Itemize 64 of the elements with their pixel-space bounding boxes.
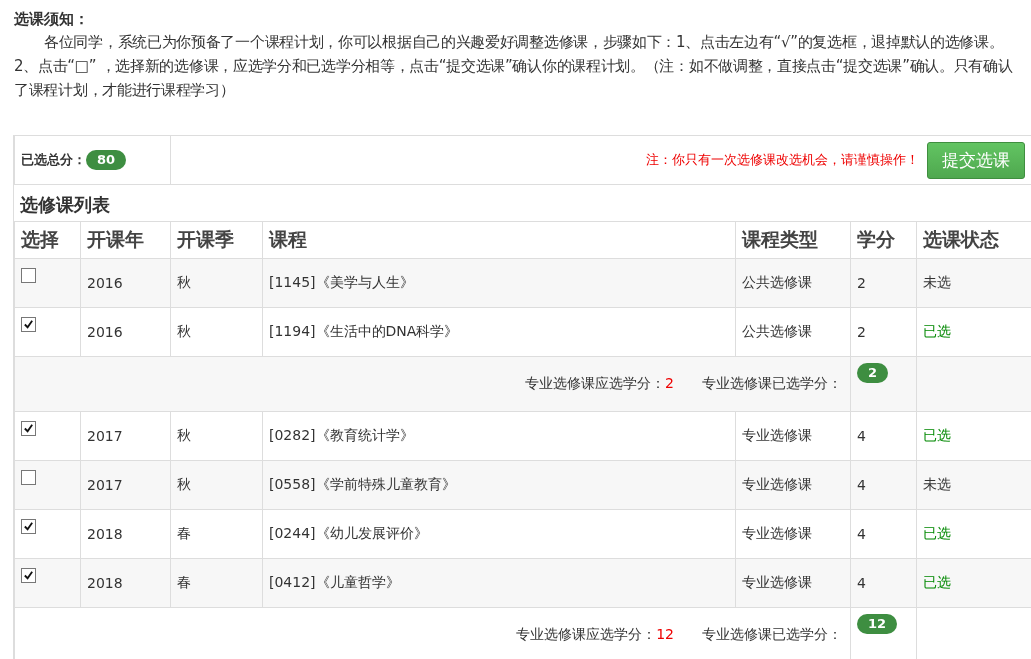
checkbox[interactable] [21,519,36,535]
year-cell: 2017 [87,428,123,444]
total-label: 已选总分： [21,152,86,167]
notice-paragraph: 各位同学，系统已为你预备了一个课程计划，你可以根据自己的兴趣爱好调整选修课，步骤如下：1、点击左边有“√”的复选框，退掉默认的选修课。2、点击“□” ，选择新的选修课，应选学分和已选学分相等，点击“提交选课”确认你的课程计划。（注：如不做调整，直接点击“提交选课”确认。只有确认了课程计划，才能进行课程学习） [14,32,1014,101]
checkbox[interactable] [21,317,36,333]
checkbox[interactable] [21,421,36,437]
status-cell: 未选 [923,274,951,290]
credits-cell: 2 [857,324,866,340]
year-cell: 2018 [87,575,123,591]
course-cell: [0412]《儿童哲学》 [269,574,400,590]
checkbox[interactable] [21,268,36,284]
selected-credits-label: 专业选修课已选学分： [702,626,842,642]
credits-cell: 4 [857,526,866,542]
required-credits-label: 专业选修课应选学分： [516,626,657,642]
selected-credits-badge: 2 [857,363,889,383]
notice-title: 选课须知： [14,9,90,30]
list-title: 选修课列表 [14,185,1031,221]
season-cell: 秋 [177,274,191,290]
credits-cell: 4 [857,575,866,591]
column-header: 课程 [262,221,736,259]
type-cell: 专业选修课 [742,525,812,541]
year-cell: 2017 [87,477,123,493]
checkbox[interactable] [21,568,36,584]
season-cell: 春 [177,525,191,541]
column-header: 开课年 [80,221,171,259]
course-cell: [1194]《生活中的DNA科学》 [269,323,459,339]
status-cell: 已选 [923,323,951,339]
required-credits-value: 12 [656,626,674,642]
year-cell: 2016 [87,324,123,340]
season-cell: 秋 [177,427,191,443]
required-credits-label: 专业选修课应选学分： [525,375,666,391]
type-cell: 公共选修课 [742,274,812,290]
type-cell: 专业选修课 [742,574,812,590]
year-cell: 2016 [87,275,123,291]
status-cell: 已选 [923,427,951,443]
type-cell: 公共选修课 [742,323,812,339]
credits-cell: 4 [857,428,866,444]
credits-cell: 4 [857,477,866,493]
column-header: 开课季 [170,221,263,259]
selected-credits-label: 专业选修课已选学分： [702,375,842,391]
course-cell: [0244]《幼儿发展评价》 [269,525,428,541]
status-cell: 未选 [923,476,951,492]
course-cell: [0558]《学前特殊儿童教育》 [269,476,456,492]
course-cell: [1145]《美学与人生》 [269,274,414,290]
year-cell: 2018 [87,526,123,542]
season-cell: 秋 [177,323,191,339]
status-cell: 已选 [923,574,951,590]
column-header: 学分 [850,221,917,259]
season-cell: 春 [177,574,191,590]
column-header: 选择 [14,221,81,259]
required-credits-value: 2 [665,375,674,391]
type-cell: 专业选修课 [742,476,812,492]
credits-cell: 2 [857,275,866,291]
column-header: 选课状态 [916,221,1031,259]
submit-button[interactable]: 提交选课 [927,141,1025,179]
warning-text: 注：你只有一次选修课改选机会，请谨慎操作！ [646,152,919,167]
column-header: 课程类型 [735,221,851,259]
course-cell: [0282]《教育统计学》 [269,427,414,443]
type-cell: 专业选修课 [742,427,812,443]
status-cell: 已选 [923,525,951,541]
season-cell: 秋 [177,476,191,492]
total-badge: 80 [86,150,127,170]
checkbox[interactable] [21,470,36,486]
selected-credits-badge: 12 [857,614,898,634]
